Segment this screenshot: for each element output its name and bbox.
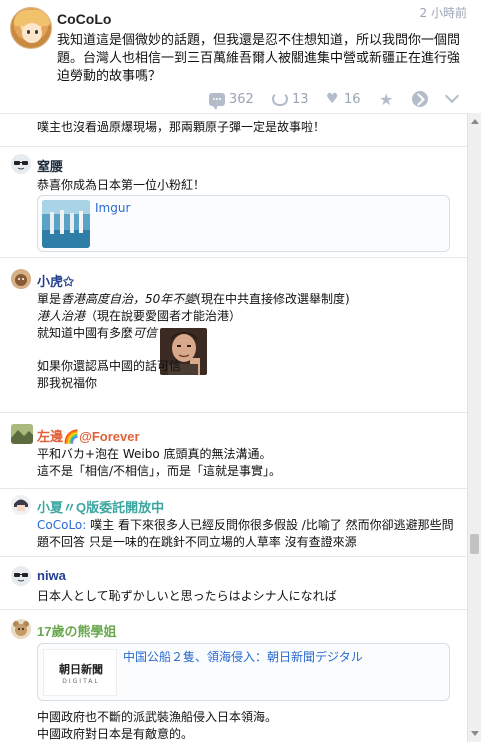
- comment-line: 就知道中國有多麼可信: [37, 326, 158, 340]
- comment-line: 那我祝福你: [37, 376, 98, 390]
- commenter-avatar[interactable]: [11, 566, 31, 586]
- news-logo: 朝日新聞 DIGITAL: [43, 649, 117, 696]
- comment-line: CoCoLo: 噗主 看下來很多人已經反問你很多假設 /比喻了 然而你卻逃避那些…: [37, 518, 454, 532]
- comment-line: 平和バカ+泡在 Weibo 底頭真的無法溝通。: [37, 447, 272, 461]
- reply-mention-link[interactable]: CoCoLo:: [37, 518, 86, 532]
- star-icon: ★: [379, 89, 394, 109]
- comment-line: 中國政府對日本是有敵意的。: [37, 727, 194, 741]
- comment-divider: [0, 556, 467, 557]
- comment-divider: [0, 609, 467, 610]
- commenter-avatar[interactable]: [11, 424, 33, 444]
- like-count[interactable]: ♥ 16: [326, 89, 361, 109]
- share-button[interactable]: [412, 89, 428, 109]
- post-body: 我知道這是個微妙的話題，但我還是忍不住想知道，所以我問你一個問題。台灣人也相信一…: [57, 33, 461, 84]
- comment-line: 如果你還認爲中國的話可信: [37, 359, 182, 373]
- link-title[interactable]: 中国公船２隻、領海侵入：朝日新聞デジタル: [123, 648, 363, 665]
- scroll-down-arrow[interactable]: [471, 731, 479, 736]
- bear-avatar-icon: [11, 619, 31, 639]
- character-avatar-icon: [11, 495, 31, 515]
- scroll-up-arrow[interactable]: [471, 119, 479, 124]
- tiger-avatar-icon: [11, 269, 31, 289]
- repost-icon: [272, 92, 288, 106]
- post-timestamp: 2 小時前: [419, 6, 467, 20]
- comment-line: 日本人として恥ずかしいと思ったらはよシナ人になれば: [37, 589, 337, 603]
- comment-divider: [0, 488, 467, 489]
- share-icon: [412, 91, 428, 107]
- link-preview-card[interactable]: Imgur: [37, 195, 450, 252]
- plurk-post: CoCoLo 2 小時前 我知道這是個微妙的話題，但我還是忍不住想知道，所以我問…: [0, 0, 481, 113]
- comment-divider: [0, 146, 467, 147]
- comment-line: 這不是「相信/不相信」，而是「這就是事實」。: [37, 464, 282, 478]
- scroll-thumb[interactable]: [470, 534, 479, 554]
- sunglasses-face-icon: [11, 154, 31, 174]
- comment-line: 中國政府也不斷的派武裝漁船侵入日本領海。: [37, 710, 278, 724]
- chevron-down-icon: [444, 88, 460, 104]
- comment-count[interactable]: 362: [209, 89, 254, 110]
- author-avatar[interactable]: [10, 7, 52, 49]
- commenter-name[interactable]: 窒腰: [37, 156, 63, 175]
- heart-icon: ♥: [326, 91, 339, 107]
- comment-line: 單是香港高度自治，50年不變(現在中共直接修改選舉制度): [37, 292, 350, 306]
- thread-scrollbar[interactable]: [467, 113, 481, 742]
- comment-line: 題不回答 只是一味的在跳針不同立場的人草率 沒有查證來源: [37, 535, 357, 549]
- commenter-avatar[interactable]: [11, 495, 31, 515]
- commenter-name[interactable]: niwa: [37, 568, 66, 583]
- post-author-name[interactable]: CoCoLo: [57, 11, 111, 27]
- commenter-name[interactable]: 17歲の熊學姐: [37, 621, 116, 640]
- comment-divider: [0, 412, 467, 413]
- commenter-name[interactable]: 小夏〃Q版委託開放中: [37, 497, 164, 516]
- comment-text: 恭喜你成為日本第一位小粉紅！: [37, 178, 206, 192]
- link-preview-card[interactable]: 朝日新聞 DIGITAL 中国公船２隻、領海侵入：朝日新聞デジタル: [37, 643, 450, 701]
- sunglasses-face-icon: [11, 566, 31, 586]
- comment-icon: [209, 92, 225, 110]
- commenter-avatar[interactable]: [11, 269, 31, 289]
- bookmark-button[interactable]: ★: [379, 89, 393, 109]
- repost-count[interactable]: 13: [272, 89, 309, 109]
- landscape-avatar-icon: [11, 424, 33, 444]
- comment-thread[interactable]: 噗主也沒看過原爆現場，那兩顆原子彈一定是故事啦！ 窒腰 恭喜你成為日本第一位小粉…: [0, 113, 467, 742]
- commenter-avatar[interactable]: [11, 154, 31, 174]
- comment-text: 噗主也沒看過原爆現場，那兩顆原子彈一定是故事啦！: [37, 120, 326, 134]
- commenter-name[interactable]: 小虎✩: [37, 271, 74, 290]
- comment-divider: [0, 257, 467, 258]
- more-options-button[interactable]: [444, 88, 460, 109]
- commenter-name[interactable]: 左邊🌈@Forever: [37, 426, 140, 445]
- link-thumbnail: [42, 200, 90, 248]
- link-title[interactable]: Imgur: [95, 201, 130, 215]
- comment-line: 港人治港（現在說要愛國者才能治港）: [37, 309, 242, 323]
- commenter-avatar[interactable]: [11, 619, 31, 639]
